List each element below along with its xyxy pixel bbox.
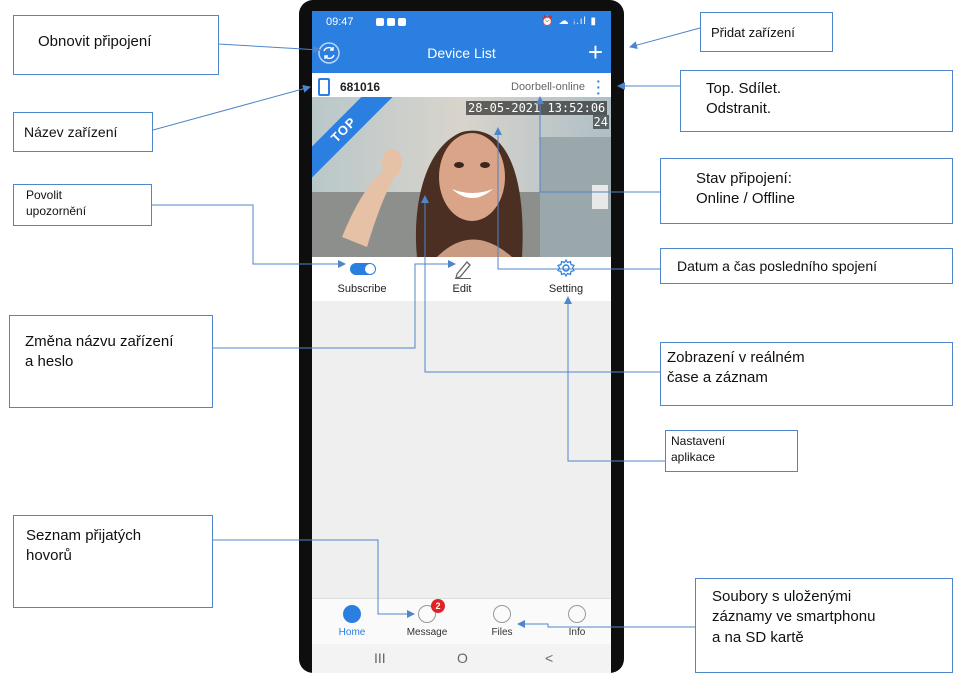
- callout-device-name-text: Název zařízení: [24, 124, 118, 140]
- callout-app-settings-line1: Nastavení: [671, 434, 726, 448]
- callout-files-line2: záznamy ve smartphonu: [712, 608, 876, 626]
- gear-icon: [557, 259, 575, 277]
- home-icon: [343, 605, 361, 623]
- tab-info-label: Info: [568, 627, 586, 638]
- callout-files: Soubory s uloženými záznamy ve smartphon…: [695, 578, 953, 673]
- last-connection-timestamp: 28-05-2021 13:52:06: [466, 101, 608, 115]
- callout-last-connection-text: Datum a čas posledního spojení: [677, 258, 878, 274]
- message-badge: 2: [431, 599, 445, 613]
- callout-app-settings: Nastavení aplikace: [665, 430, 798, 472]
- callout-files-line3: a na SD kartě: [712, 628, 804, 646]
- toggle-icon[interactable]: [350, 263, 376, 275]
- device-name: 681016: [340, 80, 381, 94]
- home-button[interactable]: O: [457, 650, 468, 666]
- callout-last-connection: Datum a čas posledního spojení: [660, 248, 953, 284]
- app-title: Device List: [427, 45, 496, 61]
- callout-refresh: Obnovit připojení: [13, 15, 219, 75]
- add-device-icon[interactable]: +: [588, 39, 603, 65]
- callout-device-name: Název zařízení: [13, 112, 153, 152]
- callout-refresh-text: Obnovit připojení: [38, 33, 152, 50]
- callout-add-device-text: Přidat zařízení: [711, 25, 795, 40]
- video-side-number: 24: [592, 115, 609, 129]
- callout-call-list-line2: hovorů: [26, 547, 72, 565]
- callout-live-view: Zobrazení v reálném čase a záznam: [660, 342, 953, 406]
- recent-apps-button[interactable]: III: [374, 650, 386, 666]
- setting-label: Setting: [548, 283, 584, 295]
- callout-add-device: Přidat zařízení: [700, 12, 833, 52]
- callout-rename-line1: Změna názvu zařízení: [25, 333, 174, 350]
- callout-notifications-line2: upozornění: [26, 204, 87, 219]
- live-video-thumbnail[interactable]: TOP 28-05-2021 13:52:06 24: [312, 97, 611, 257]
- pencil-icon: [455, 261, 471, 279]
- status-bar: 09:47 ⏰ ☁ ᵢ.ıl ▮: [312, 11, 611, 33]
- callout-call-list: Seznam přijatých hovorů: [13, 515, 213, 608]
- files-icon: [493, 605, 511, 623]
- device-status: Doorbell-online: [511, 81, 585, 93]
- android-nav-bar: III O <: [312, 644, 611, 673]
- bottom-tab-bar: Home 2 Message Files Info: [312, 598, 611, 645]
- tab-message-label: Message: [406, 627, 448, 638]
- system-icons: ⏰ ☁ ᵢ.ıl ▮: [541, 16, 597, 27]
- phone-screen: 09:47 ⏰ ☁ ᵢ.ıl ▮ Device List + 681016 Do…: [312, 11, 611, 673]
- notification-icons: [376, 17, 409, 29]
- callout-notifications-line1: Povolit: [26, 188, 63, 202]
- callout-connection-state: Stav připojení: Online / Offline: [660, 158, 953, 224]
- callout-menu-line1: Top. Sdílet.: [706, 80, 782, 97]
- callout-menu-line2: Odstranit.: [706, 100, 772, 118]
- info-icon: [568, 605, 586, 623]
- callout-files-line1: Soubory s uloženými: [712, 588, 852, 605]
- callout-connection-state-line2: Online / Offline: [696, 190, 795, 208]
- doorbell-icon: [318, 78, 330, 96]
- callout-menu: Top. Sdílet. Odstranit.: [680, 70, 953, 132]
- callout-connection-state-line1: Stav připojení:: [696, 170, 792, 187]
- callout-live-view-line2: čase a záznam: [667, 369, 768, 387]
- callout-live-view-line1: Zobrazení v reálném: [667, 349, 805, 366]
- device-actions: Subscribe Edit Setting: [312, 257, 611, 301]
- callout-notifications: Povolit upozornění: [13, 184, 152, 226]
- back-button[interactable]: <: [545, 650, 553, 666]
- subscribe-label: Subscribe: [337, 283, 387, 295]
- status-time: 09:47: [326, 16, 354, 28]
- callout-rename: Změna názvu zařízení a heslo: [9, 315, 213, 408]
- tab-home-label: Home: [338, 627, 366, 638]
- callout-app-settings-line2: aplikace: [671, 450, 716, 465]
- tab-files-label: Files: [491, 627, 513, 638]
- more-menu-icon[interactable]: · · ·: [596, 74, 601, 100]
- callout-call-list-line1: Seznam přijatých: [26, 527, 142, 544]
- edit-label: Edit: [452, 283, 472, 295]
- app-bar: Device List +: [312, 33, 611, 73]
- callout-rename-line2: a heslo: [25, 353, 74, 371]
